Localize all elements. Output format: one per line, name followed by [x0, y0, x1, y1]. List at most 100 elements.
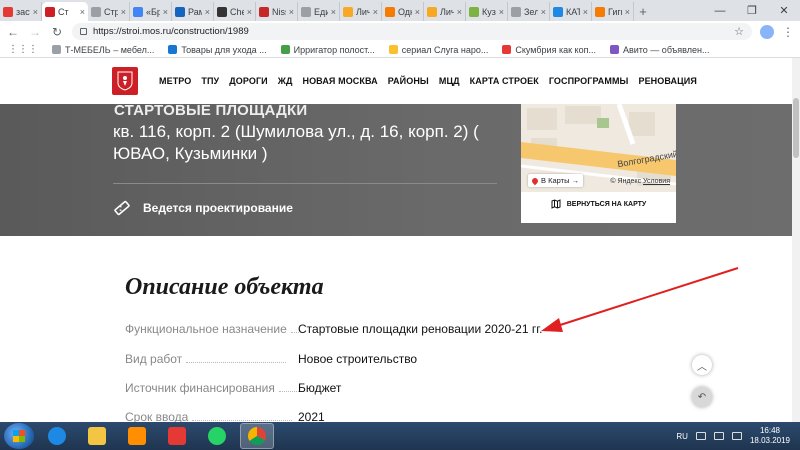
- forward-arrow-icon[interactable]: →: [28, 25, 42, 39]
- bookmark-item[interactable]: Авито — объявлен...: [609, 45, 709, 55]
- taskbar-games[interactable]: [160, 423, 194, 449]
- network-icon[interactable]: [713, 432, 724, 440]
- tab-title: КАТАЛ: [566, 6, 580, 17]
- back-to-map-button[interactable]: ВЕРНУТЬСЯ НА КАРТУ: [521, 196, 676, 212]
- browser-tab[interactable]: КАТАЛ×: [550, 2, 592, 21]
- address-bar[interactable]: https://stroi.mos.ru/construction/1989 ☆: [72, 23, 752, 40]
- start-button[interactable]: [4, 423, 34, 449]
- nav-item[interactable]: ЖД: [278, 76, 293, 86]
- bookmark-label: Скумбрия как коп...: [515, 44, 596, 55]
- property-key: Источник финансирования: [125, 381, 275, 395]
- map-card: Волгоградский В Карты → © Яндекс Условия…: [521, 104, 676, 223]
- nav-item[interactable]: ГОСПРОГРАММЫ: [549, 76, 629, 86]
- tab-close-icon[interactable]: ×: [415, 7, 420, 17]
- tab-close-icon[interactable]: ×: [289, 7, 294, 17]
- bookmark-item[interactable]: Т-МЕБЕЛЬ – мебел...: [52, 45, 154, 55]
- tab-favicon-icon: [511, 6, 521, 17]
- tab-close-icon[interactable]: ×: [373, 7, 378, 17]
- bookmark-item[interactable]: сериал Слуга наро...: [388, 45, 488, 55]
- new-tab-button[interactable]: +: [634, 2, 652, 21]
- bookmark-favicon-icon: [502, 45, 512, 54]
- scrollbar-thumb[interactable]: [793, 98, 799, 158]
- browser-tab[interactable]: Гигие×: [592, 2, 634, 21]
- bookmark-star-icon[interactable]: ☆: [734, 25, 744, 38]
- nav-item[interactable]: МЦД: [439, 76, 460, 86]
- tab-title: Рамбл: [188, 6, 202, 17]
- volume-icon[interactable]: [731, 432, 742, 440]
- language-indicator[interactable]: RU: [676, 432, 688, 441]
- back-button[interactable]: ↶: [692, 387, 712, 407]
- browser-tab[interactable]: застр×: [0, 2, 42, 21]
- reload-icon[interactable]: ↻: [50, 25, 64, 39]
- nav-item[interactable]: МЕТРО: [159, 76, 191, 86]
- tab-favicon-icon: [553, 6, 563, 17]
- kebab-menu-icon[interactable]: ⋮: [782, 25, 794, 39]
- tab-close-icon[interactable]: ×: [583, 7, 588, 17]
- tab-close-icon[interactable]: ×: [457, 7, 462, 17]
- nav-item[interactable]: НОВАЯ МОСКВА: [302, 76, 377, 86]
- tab-close-icon[interactable]: ×: [205, 7, 210, 17]
- tab-close-icon[interactable]: ×: [625, 7, 630, 17]
- minimize-icon[interactable]: —: [704, 0, 736, 21]
- nav-item[interactable]: КАРТА СТРОЕК: [470, 76, 539, 86]
- whatsapp-icon: [208, 427, 226, 445]
- browser-tab[interactable]: Зелен×: [508, 2, 550, 21]
- browser-tab[interactable]: Ст ×: [42, 2, 88, 21]
- windows-logo-icon: [13, 430, 25, 442]
- back-arrow-icon[interactable]: ←: [6, 25, 20, 39]
- browser-tab[interactable]: Личны×: [424, 2, 466, 21]
- tab-favicon-icon: [469, 6, 479, 17]
- taskbar-media[interactable]: [120, 423, 154, 449]
- nav-item[interactable]: РАЙОНЫ: [388, 76, 429, 86]
- browser-tab[interactable]: Nissan×: [256, 2, 298, 21]
- tab-close-icon[interactable]: ×: [121, 7, 126, 17]
- browser-tab[interactable]: Рамбл×: [172, 2, 214, 21]
- bookmark-item[interactable]: Товары для ухода ...: [168, 44, 267, 55]
- browser-tab[interactable]: Страте×: [88, 2, 130, 21]
- tab-close-icon[interactable]: ×: [33, 7, 38, 17]
- taskbar-explorer[interactable]: [80, 423, 114, 449]
- property-value: Новое строительство: [298, 352, 418, 366]
- apps-grid-icon[interactable]: ⋮⋮⋮: [8, 44, 38, 55]
- tab-close-icon[interactable]: ×: [247, 7, 252, 17]
- browser-tab[interactable]: Однок×: [382, 2, 424, 21]
- mini-map[interactable]: Волгоградский В Карты → © Яндекс Условия: [521, 104, 676, 192]
- tab-close-icon[interactable]: ×: [163, 7, 168, 17]
- browser-tab[interactable]: Едины×: [298, 2, 340, 21]
- open-in-maps-button[interactable]: В Карты →: [528, 174, 584, 187]
- tab-close-icon[interactable]: ×: [80, 7, 85, 17]
- bookmark-item[interactable]: Ирригатор полост...: [280, 45, 375, 55]
- nav-item[interactable]: ДОРОГИ: [229, 76, 267, 86]
- browser-tab-strip: застр×Ст×Страте×«Брате×Рамбл×Chevro×Niss…: [0, 0, 800, 21]
- scroll-up-button[interactable]: ︿: [692, 355, 712, 375]
- taskbar-whatsapp[interactable]: [200, 423, 234, 449]
- folder-icon: [88, 427, 106, 445]
- browser-tab[interactable]: Chevro×: [214, 2, 256, 21]
- close-window-icon[interactable]: ✕: [768, 0, 800, 21]
- maximize-icon[interactable]: ❐: [736, 0, 768, 21]
- tab-title: Nissan: [272, 6, 286, 17]
- property-key: Функциональное назначение: [125, 322, 287, 336]
- browser-tab[interactable]: Кузьм×: [466, 2, 508, 21]
- taskbar-chrome[interactable]: [240, 423, 274, 449]
- clock[interactable]: 16:48 18.03.2019: [750, 426, 790, 446]
- browser-tab[interactable]: «Брате×: [130, 2, 172, 21]
- tab-close-icon[interactable]: ×: [541, 7, 546, 17]
- description-heading: Описание объекта: [125, 274, 324, 300]
- tab-title: Однок: [398, 6, 412, 17]
- bookmark-item[interactable]: Скумбрия как коп...: [502, 45, 596, 55]
- clock-time: 16:48: [759, 426, 780, 435]
- tab-close-icon[interactable]: ×: [331, 7, 336, 17]
- browser-tab[interactable]: Личны×: [340, 2, 382, 21]
- taskbar-ie[interactable]: [40, 423, 74, 449]
- terms-link[interactable]: Условия: [643, 178, 670, 185]
- bookmark-label: Товары для ухода ...: [181, 44, 267, 55]
- nav-item[interactable]: ТПУ: [201, 76, 219, 86]
- tab-close-icon[interactable]: ×: [499, 7, 504, 17]
- nav-item[interactable]: РЕНОВАЦИЯ: [638, 76, 696, 86]
- tab-title: «Брате: [146, 6, 160, 17]
- moscow-coat-of-arms-logo[interactable]: [112, 67, 138, 95]
- tray-expand-icon[interactable]: [695, 432, 706, 440]
- profile-avatar[interactable]: [760, 24, 774, 39]
- page-scrollbar[interactable]: [792, 58, 800, 422]
